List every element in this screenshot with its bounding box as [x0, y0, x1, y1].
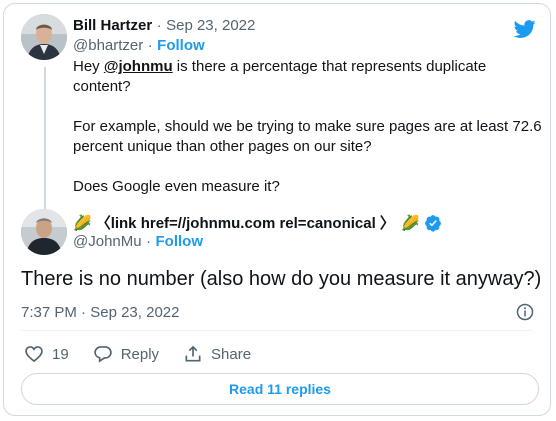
reply-follow-button[interactable]: Follow — [156, 233, 204, 250]
info-icon[interactable] — [516, 303, 534, 321]
tweet-text-line: Does Google even measure it? — [73, 178, 280, 195]
follow-button[interactable]: Follow — [157, 37, 205, 54]
tweet-actions: 19 Reply Share — [24, 344, 275, 364]
avatar-bill-hartzer[interactable] — [21, 14, 67, 60]
corn-emoji-right: 🌽 — [400, 214, 420, 232]
read-replies-label: Read 11 replies — [229, 381, 331, 397]
tweet-text-line: For example, should we be trying to make… — [73, 118, 542, 135]
tweet-text-line: percent unique than other pages on our s… — [73, 138, 372, 155]
share-button[interactable]: Share — [183, 344, 251, 364]
separator: · — [147, 37, 153, 54]
divider — [21, 330, 533, 331]
corn-emoji-left: 🌽 — [73, 214, 92, 232]
tweet-date[interactable]: Sep 23, 2022 — [166, 17, 255, 34]
separator: · — [81, 304, 87, 321]
author-handle[interactable]: @bhartzer — [73, 37, 143, 54]
avatar-john-mu[interactable] — [21, 209, 67, 255]
reply-author-handle[interactable]: @JohnMu — [73, 233, 142, 250]
verified-badge-icon — [424, 214, 441, 232]
like-count: 19 — [52, 345, 69, 363]
like-button[interactable]: 19 — [24, 344, 69, 364]
heart-icon — [25, 346, 43, 363]
separator: · — [156, 17, 162, 34]
author-name[interactable]: Bill Hartzer — [73, 17, 152, 34]
first-tweet-handle-row: @bhartzer · Follow — [73, 37, 205, 55]
share-upload-icon — [185, 345, 201, 362]
tweet-card: Bill Hartzer · Sep 23, 2022 @bhartzer · … — [3, 3, 551, 416]
reply-tweet-header: 🌽 〈link href=//johnmu.com rel=canonical … — [73, 212, 442, 233]
reply-tweet-text: There is no number (also how do you meas… — [21, 268, 542, 290]
thread-connector-line — [44, 67, 46, 211]
first-tweet-header: Bill Hartzer · Sep 23, 2022 — [73, 17, 255, 35]
first-tweet-text: Hey @johnmu is there a percentage that r… — [73, 57, 542, 197]
mention-link[interactable]: @johnmu — [104, 58, 173, 75]
separator: · — [146, 233, 152, 250]
reply-date: Sep 23, 2022 — [90, 304, 180, 321]
reply-author-name[interactable]: 〈link href=//johnmu.com rel=canonical 〉 — [96, 212, 395, 233]
reply-timestamp[interactable]: 7:37 PM · Sep 23, 2022 — [21, 304, 179, 321]
share-label: Share — [211, 345, 252, 363]
reply-handle-row: @JohnMu · Follow — [73, 233, 203, 251]
reply-button[interactable]: Reply — [93, 344, 159, 364]
tweet-text-line: content? — [73, 78, 131, 95]
reply-time: 7:37 PM — [21, 304, 77, 321]
reply-label: Reply — [120, 345, 160, 363]
tweet-text-line: Hey @johnmu is there a percentage that r… — [73, 58, 487, 75]
read-replies-button[interactable]: Read 11 replies — [21, 373, 539, 405]
twitter-logo-icon[interactable] — [512, 18, 538, 40]
reply-bubble-icon — [93, 346, 112, 363]
